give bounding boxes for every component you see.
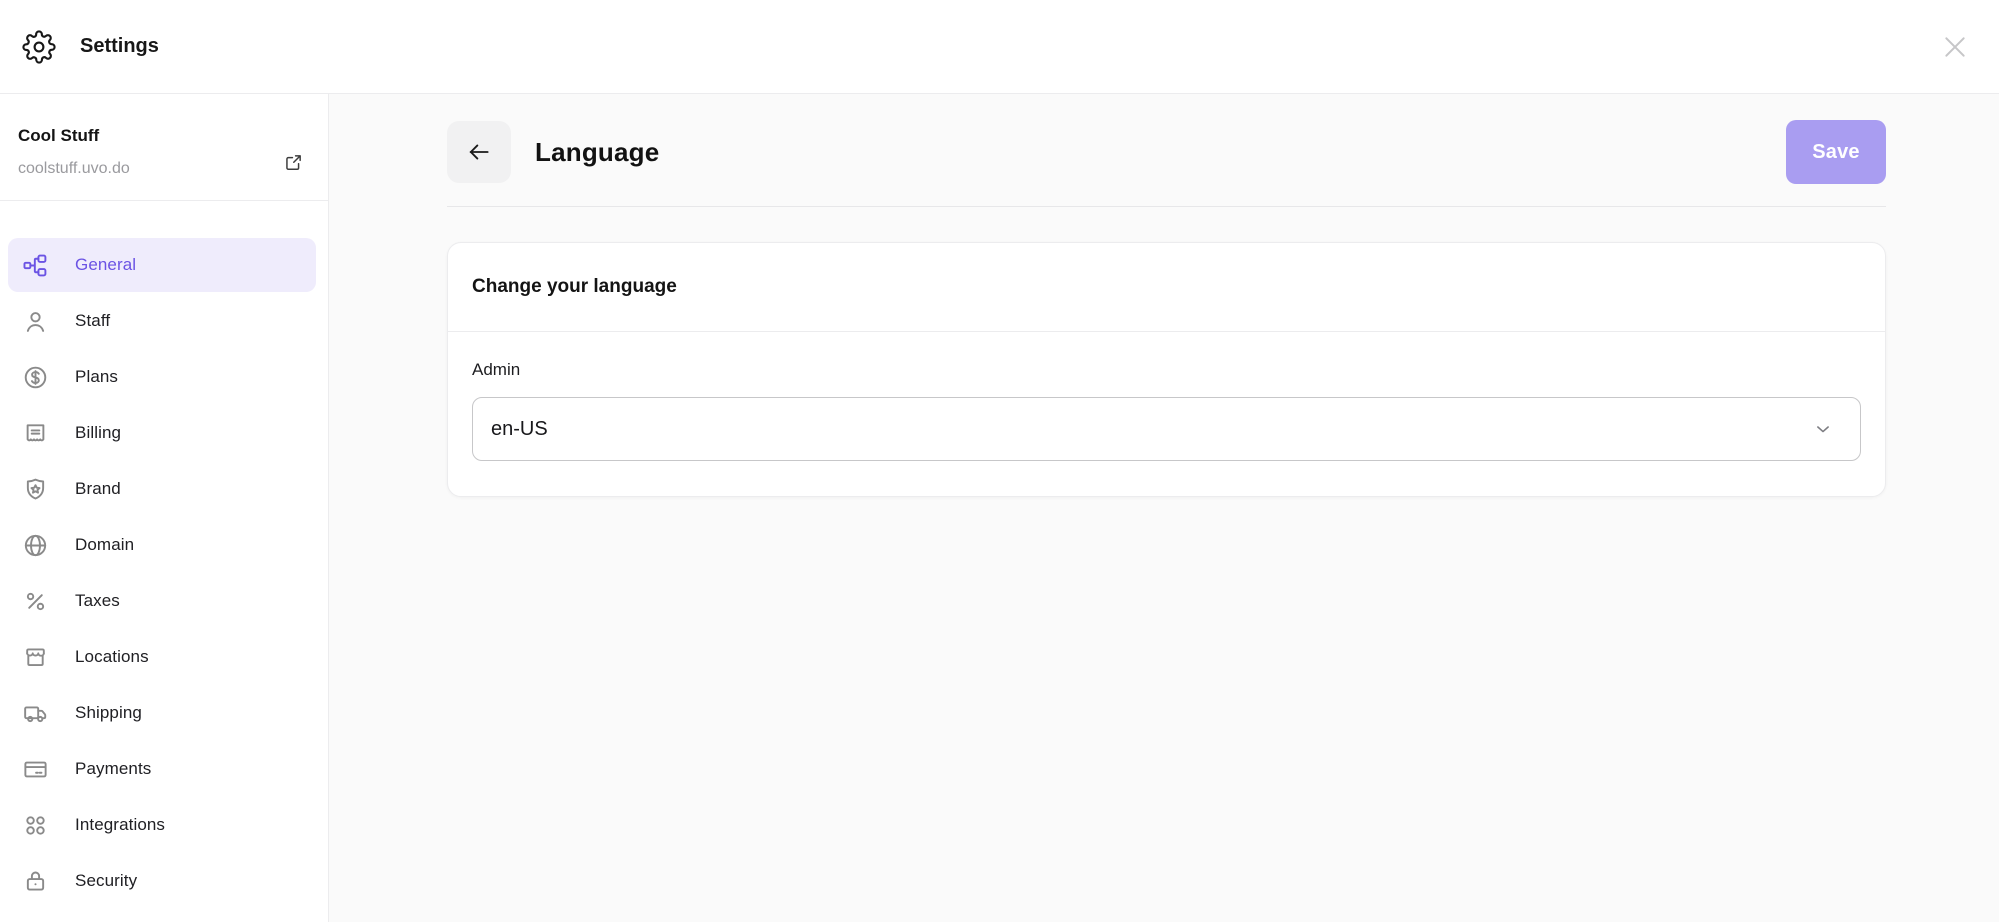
topbar: Settings [0, 0, 1999, 94]
sidebar-item-label: Plans [75, 367, 118, 387]
sidebar: Cool Stuff coolstuff.uvo.do General Staf… [0, 94, 329, 922]
globe-icon [22, 532, 49, 559]
sidebar-item-payments[interactable]: Payments [8, 742, 316, 796]
shield-star-icon [22, 476, 49, 503]
window-title: Settings [80, 35, 159, 58]
sidebar-item-label: Billing [75, 423, 121, 443]
sidebar-item-label: Staff [75, 311, 110, 331]
admin-label: Admin [472, 360, 1861, 380]
settings-window: Settings Cool Stuff coolstuff.uvo.do [0, 0, 1999, 922]
store-text: Cool Stuff coolstuff.uvo.do [18, 126, 130, 178]
user-icon [22, 308, 49, 335]
store-name: Cool Stuff [18, 126, 130, 146]
external-link-icon [283, 152, 304, 173]
save-button[interactable]: Save [1786, 120, 1886, 184]
gear-icon [22, 30, 56, 64]
sidebar-item-domain[interactable]: Domain [8, 518, 316, 572]
header-divider [447, 206, 1886, 207]
receipt-icon [22, 420, 49, 447]
select-value: en-US [491, 418, 548, 441]
close-button[interactable] [1939, 31, 1971, 63]
grid-dots-icon [22, 812, 49, 839]
sidebar-item-label: Security [75, 871, 137, 891]
store-info: Cool Stuff coolstuff.uvo.do [0, 94, 328, 201]
language-card: Change your language Admin en-US [447, 242, 1886, 497]
credit-card-icon [22, 756, 49, 783]
card-header: Change your language [448, 243, 1885, 332]
sidebar-item-label: Taxes [75, 591, 120, 611]
close-icon [1939, 31, 1971, 63]
sidebar-item-label: General [75, 255, 136, 275]
sidebar-item-security[interactable]: Security [8, 854, 316, 908]
sidebar-item-label: Domain [75, 535, 134, 555]
sidebar-item-shipping[interactable]: Shipping [8, 686, 316, 740]
arrow-left-icon [465, 138, 493, 166]
sidebar-item-taxes[interactable]: Taxes [8, 574, 316, 628]
truck-icon [22, 700, 49, 727]
dollar-circle-icon [22, 364, 49, 391]
percent-icon [22, 588, 49, 615]
sidebar-item-locations[interactable]: Locations [8, 630, 316, 684]
card-title: Change your language [472, 276, 677, 298]
storefront-icon [22, 644, 49, 671]
open-storefront-button[interactable] [283, 152, 304, 173]
sidebar-item-billing[interactable]: Billing [8, 406, 316, 460]
sidebar-item-integrations[interactable]: Integrations [8, 798, 316, 852]
sidebar-item-general[interactable]: General [8, 238, 316, 292]
admin-language-select[interactable]: en-US [472, 397, 1861, 461]
card-body: Admin en-US [448, 332, 1885, 496]
sidebar-item-brand[interactable]: Brand [8, 462, 316, 516]
sidebar-nav: General Staff Plans Billing Brand Domain… [0, 201, 328, 908]
sidebar-item-label: Integrations [75, 815, 165, 835]
sidebar-item-plans[interactable]: Plans [8, 350, 316, 404]
page-header: Language Save [447, 120, 1886, 184]
hierarchy-icon [22, 252, 49, 279]
page-title: Language [535, 137, 659, 168]
chevron-down-icon [1812, 418, 1834, 440]
main-content: Language Save Change your language Admin… [329, 94, 1999, 922]
store-domain: coolstuff.uvo.do [18, 159, 130, 178]
sidebar-item-label: Brand [75, 479, 121, 499]
sidebar-item-label: Shipping [75, 703, 142, 723]
sidebar-item-staff[interactable]: Staff [8, 294, 316, 348]
sidebar-item-label: Locations [75, 647, 149, 667]
sidebar-item-label: Payments [75, 759, 151, 779]
lock-icon [22, 868, 49, 895]
back-button[interactable] [447, 121, 511, 183]
